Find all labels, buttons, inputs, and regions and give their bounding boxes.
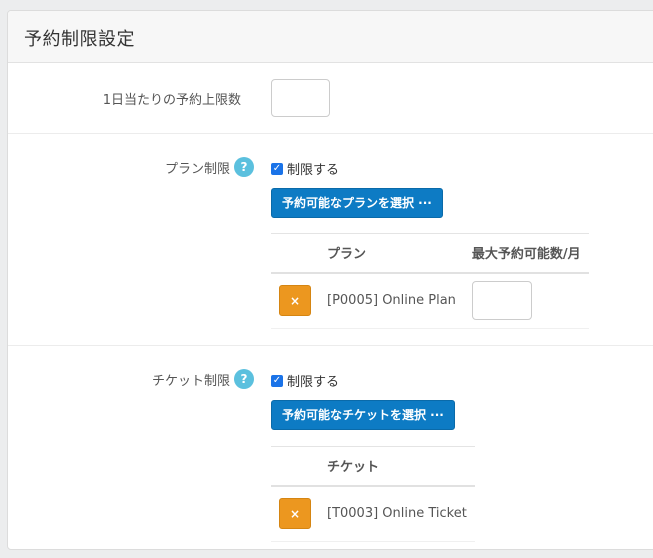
table-row: × [P0005] Online Plan — [271, 272, 589, 329]
checkbox-checked-icon[interactable]: ✓ — [271, 162, 283, 175]
panel-header: 予約制限設定 — [8, 11, 653, 63]
reservation-limit-panel: 予約制限設定 1日当たりの予約上限数 プラン制限 ? ✓ 制限する 予約可能なプ… — [7, 10, 653, 550]
ticket-limit-checkbox[interactable]: ✓ 制限する — [271, 371, 339, 390]
plan-table: プラン 最大予約可能数/月 × [P0005] Online Plan — [271, 233, 589, 329]
table-header-max: 最大予約可能数/月 — [463, 233, 589, 274]
ticket-name: [T0003] Online Ticket — [319, 485, 475, 542]
row-divider — [8, 345, 653, 346]
close-icon: × — [289, 506, 301, 521]
checkbox-checked-icon[interactable]: ✓ — [271, 374, 283, 387]
ticket-limit-checkbox-label: 制限する — [287, 375, 340, 390]
table-cell-max — [463, 272, 589, 329]
table-header-ticket: チケット — [319, 446, 475, 487]
table-header-empty — [271, 233, 319, 274]
table-header-empty — [271, 446, 319, 487]
plan-limit-label: プラン制限 — [164, 161, 230, 177]
ticket-limit-label: チケット制限 — [151, 373, 230, 389]
help-icon[interactable]: ? — [234, 157, 254, 177]
table-cell-delete: × — [271, 272, 319, 329]
daily-limit-label: 1日当たりの予約上限数 — [102, 93, 241, 108]
table-header-row: プラン 最大予約可能数/月 — [271, 233, 589, 274]
close-icon: × — [289, 293, 301, 308]
plan-limit-checkbox[interactable]: ✓ 制限する — [271, 159, 339, 178]
plan-limit-label-group: プラン制限 ? — [165, 157, 254, 177]
ticket-table: チケット × [T0003] Online Ticket — [271, 446, 475, 542]
max-per-month-input[interactable] — [471, 281, 532, 321]
daily-limit-input[interactable] — [271, 79, 330, 117]
remove-plan-button[interactable]: × — [279, 285, 311, 317]
help-icon[interactable]: ? — [234, 369, 254, 389]
select-plan-button[interactable]: 予約可能なプランを選択 ··· — [271, 188, 443, 218]
row-divider — [8, 133, 653, 134]
remove-ticket-button[interactable]: × — [279, 498, 311, 530]
plan-limit-checkbox-label: 制限する — [287, 163, 340, 178]
table-header-plan: プラン — [319, 233, 464, 274]
ticket-limit-label-group: チケット制限 ? — [152, 369, 254, 389]
select-ticket-button[interactable]: 予約可能なチケットを選択 ··· — [271, 400, 455, 430]
table-header-row: チケット — [271, 446, 475, 487]
panel-title: 予約制限設定 — [24, 29, 135, 50]
plan-name: [P0005] Online Plan — [319, 272, 464, 329]
table-row: × [T0003] Online Ticket — [271, 485, 475, 542]
table-cell-delete: × — [271, 485, 319, 542]
